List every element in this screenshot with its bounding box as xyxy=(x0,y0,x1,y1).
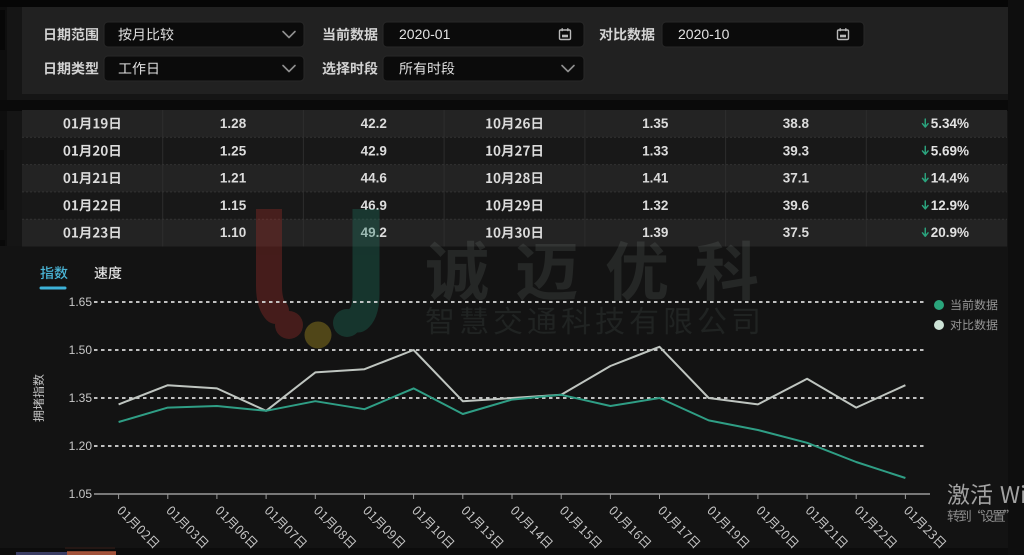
svg-text:1.25: 1.25 xyxy=(220,143,247,158)
svg-text:12.9%: 12.9% xyxy=(931,198,969,213)
svg-text:37.1: 37.1 xyxy=(783,171,810,186)
svg-text:1.35: 1.35 xyxy=(69,391,93,405)
svg-text:1.39: 1.39 xyxy=(642,225,668,240)
svg-text:1.41: 1.41 xyxy=(642,171,669,186)
svg-text:1.05: 1.05 xyxy=(69,487,93,501)
svg-text:20.9%: 20.9% xyxy=(931,225,969,240)
svg-text:42.9: 42.9 xyxy=(361,143,387,158)
svg-text:44.6: 44.6 xyxy=(361,171,388,186)
svg-text:1.65: 1.65 xyxy=(69,295,93,309)
svg-text:38.8: 38.8 xyxy=(783,116,810,131)
svg-text:1.21: 1.21 xyxy=(220,171,247,186)
svg-text:1.32: 1.32 xyxy=(642,198,668,213)
svg-text:39.3: 39.3 xyxy=(783,143,810,158)
svg-text:1.33: 1.33 xyxy=(642,143,669,158)
svg-text:1.35: 1.35 xyxy=(642,116,669,131)
svg-text:1.20: 1.20 xyxy=(69,439,93,453)
svg-text:1.50: 1.50 xyxy=(69,343,93,357)
svg-text:1.15: 1.15 xyxy=(220,198,247,213)
svg-text:1.10: 1.10 xyxy=(220,225,246,240)
svg-text:39.6: 39.6 xyxy=(783,198,810,213)
svg-text:14.4%: 14.4% xyxy=(931,171,969,186)
svg-text:42.2: 42.2 xyxy=(361,116,387,131)
svg-text:5.69%: 5.69% xyxy=(931,143,969,158)
svg-text:1.28: 1.28 xyxy=(220,116,247,131)
svg-text:37.5: 37.5 xyxy=(783,225,810,240)
svg-text:5.34%: 5.34% xyxy=(931,116,969,131)
svg-text:2020-01: 2020-01 xyxy=(399,26,451,42)
svg-text:2020-10: 2020-10 xyxy=(678,26,730,42)
